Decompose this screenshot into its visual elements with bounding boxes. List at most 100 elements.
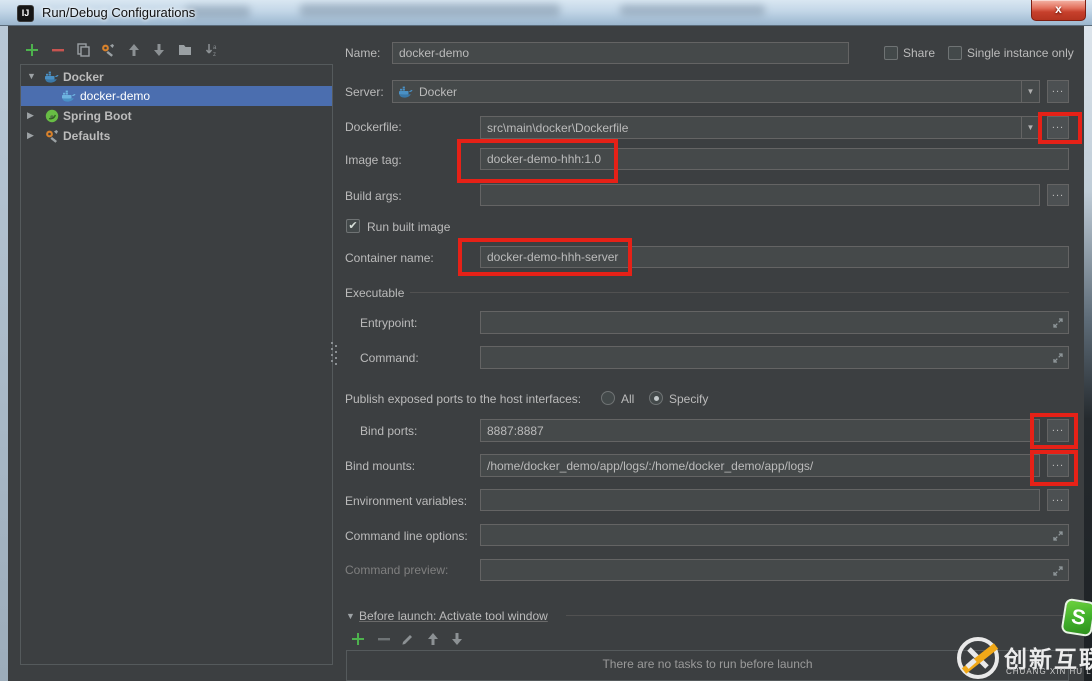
copy-configuration-icon[interactable]: [75, 42, 91, 58]
server-browse-button[interactable]: ...: [1047, 80, 1069, 103]
window-title: Run/Debug Configurations: [42, 5, 196, 20]
environment-variables-label: Environment variables:: [345, 494, 468, 508]
watermark-badge-icon: S: [1060, 597, 1092, 638]
move-task-up-icon[interactable]: [425, 631, 441, 647]
dropdown-arrow-icon[interactable]: ▼: [1021, 81, 1039, 102]
environment-variables-browse-button[interactable]: ...: [1047, 489, 1069, 511]
build-args-browse-button[interactable]: ...: [1047, 184, 1069, 206]
image-tag-label: Image tag:: [345, 153, 402, 167]
watermark-sub-text: CHUANG XIN HU LIAN: [1006, 667, 1092, 676]
bind-ports-input[interactable]: [480, 419, 1040, 442]
command-line-options-label: Command line options:: [345, 529, 468, 543]
tree-item-docker-demo[interactable]: docker-demo: [21, 86, 332, 106]
before-launch-title[interactable]: Before launch: Activate tool window: [359, 609, 548, 623]
docker-icon: [45, 71, 59, 83]
share-label: Share: [903, 46, 936, 60]
section-divider: [566, 615, 1069, 616]
svg-text:a: a: [213, 45, 217, 51]
chevron-collapsed-icon[interactable]: ▶: [27, 130, 34, 141]
command-input[interactable]: [480, 346, 1069, 369]
tree-item-label: Spring Boot: [63, 109, 132, 123]
dropdown-arrow-icon[interactable]: ▼: [1021, 117, 1039, 138]
watermark-logo-icon: [957, 637, 999, 679]
remove-configuration-icon[interactable]: [50, 42, 66, 58]
entrypoint-label: Entrypoint:: [360, 316, 418, 330]
publish-specify-radio[interactable]: [649, 391, 663, 405]
expand-field-icon[interactable]: [1052, 317, 1064, 329]
command-label: Command:: [360, 351, 419, 365]
before-launch-chevron-icon[interactable]: ▼: [346, 611, 355, 621]
sort-alphabetically-icon[interactable]: az: [204, 42, 220, 58]
single-instance-label: Single instance only: [967, 46, 1074, 60]
docker-icon: [62, 90, 76, 102]
share-checkbox[interactable]: [884, 46, 898, 60]
configurations-tree: ▼ Docker docker-demo ▶ Spring Boot ▶ Def…: [20, 64, 333, 665]
edit-defaults-icon[interactable]: [100, 42, 116, 58]
name-input[interactable]: [392, 42, 849, 64]
dockerfile-value: src\main\docker\Dockerfile: [487, 121, 629, 135]
background-blur: [300, 4, 560, 17]
window-border: [0, 26, 8, 681]
command-preview-label: Command preview:: [345, 563, 449, 577]
publish-ports-label: Publish exposed ports to the host interf…: [345, 392, 582, 406]
remove-task-icon[interactable]: [376, 631, 392, 647]
publish-all-label: All: [621, 392, 635, 406]
highlight-bind-ports-browse: [1030, 413, 1078, 449]
build-args-input[interactable]: [480, 184, 1040, 206]
server-label: Server:: [345, 85, 384, 99]
server-combobox[interactable]: Docker ▼: [392, 80, 1040, 103]
folder-icon[interactable]: [177, 42, 193, 58]
expand-field-icon[interactable]: [1052, 352, 1064, 364]
command-line-options-input[interactable]: [480, 524, 1069, 546]
background-blur: [620, 5, 765, 16]
window-titlebar[interactable]: IJ Run/Debug Configurations x: [0, 0, 1092, 26]
move-up-icon[interactable]: [126, 42, 142, 58]
dockerfile-combobox[interactable]: src\main\docker\Dockerfile ▼: [480, 116, 1040, 139]
bind-mounts-label: Bind mounts:: [345, 459, 416, 473]
splitter-handle[interactable]: [331, 342, 338, 366]
add-task-icon[interactable]: [350, 631, 366, 647]
expand-field-icon[interactable]: [1052, 565, 1064, 577]
executable-section-label: Executable: [345, 286, 405, 300]
chevron-expanded-icon[interactable]: ▼: [27, 71, 36, 81]
highlight-dockerfile-browse: [1038, 112, 1082, 144]
add-configuration-icon[interactable]: [24, 42, 40, 58]
tree-item-label: Docker: [63, 70, 104, 84]
build-args-label: Build args:: [345, 189, 402, 203]
single-instance-checkbox[interactable]: [948, 46, 962, 60]
highlight-image-tag: [457, 139, 618, 183]
chevron-collapsed-icon[interactable]: ▶: [27, 110, 34, 121]
run-built-image-checkbox[interactable]: ✔: [346, 219, 360, 233]
publish-specify-label: Specify: [669, 392, 709, 406]
bind-mounts-input[interactable]: [480, 454, 1040, 477]
run-built-image-label: Run built image: [367, 220, 451, 234]
window-border: [1084, 26, 1092, 681]
name-label: Name:: [345, 46, 381, 60]
publish-all-radio[interactable]: [601, 391, 615, 405]
tree-item-docker[interactable]: ▼ Docker: [21, 67, 332, 87]
edit-task-icon[interactable]: [400, 631, 416, 647]
server-value: Docker: [419, 85, 458, 99]
spring-boot-icon: [45, 109, 59, 123]
bind-ports-label: Bind ports:: [360, 424, 418, 438]
section-divider: [410, 292, 1069, 293]
dockerfile-label: Dockerfile:: [345, 120, 402, 134]
highlight-bind-mounts-browse: [1030, 450, 1078, 486]
expand-field-icon[interactable]: [1052, 530, 1064, 542]
app-icon: IJ: [17, 5, 34, 22]
command-preview-value: /:/home/docker_demo/app/logs/ --name doc…: [480, 559, 1069, 581]
tree-item-label: docker-demo: [80, 89, 151, 103]
screen: IJ Run/Debug Configurations x az ▼ Docke…: [0, 0, 1092, 681]
highlight-container-name: [458, 238, 632, 276]
close-button[interactable]: x: [1031, 0, 1086, 21]
tree-item-label: Defaults: [63, 129, 111, 143]
docker-icon: [399, 86, 413, 98]
environment-variables-input[interactable]: [480, 489, 1040, 511]
move-task-down-icon[interactable]: [449, 631, 465, 647]
settings-icon: [46, 130, 58, 143]
move-down-icon[interactable]: [151, 42, 167, 58]
tree-item-spring-boot[interactable]: ▶ Spring Boot: [21, 106, 332, 126]
tree-item-defaults[interactable]: ▶ Defaults: [21, 126, 332, 146]
entrypoint-input[interactable]: [480, 311, 1069, 334]
svg-text:z: z: [213, 52, 216, 58]
